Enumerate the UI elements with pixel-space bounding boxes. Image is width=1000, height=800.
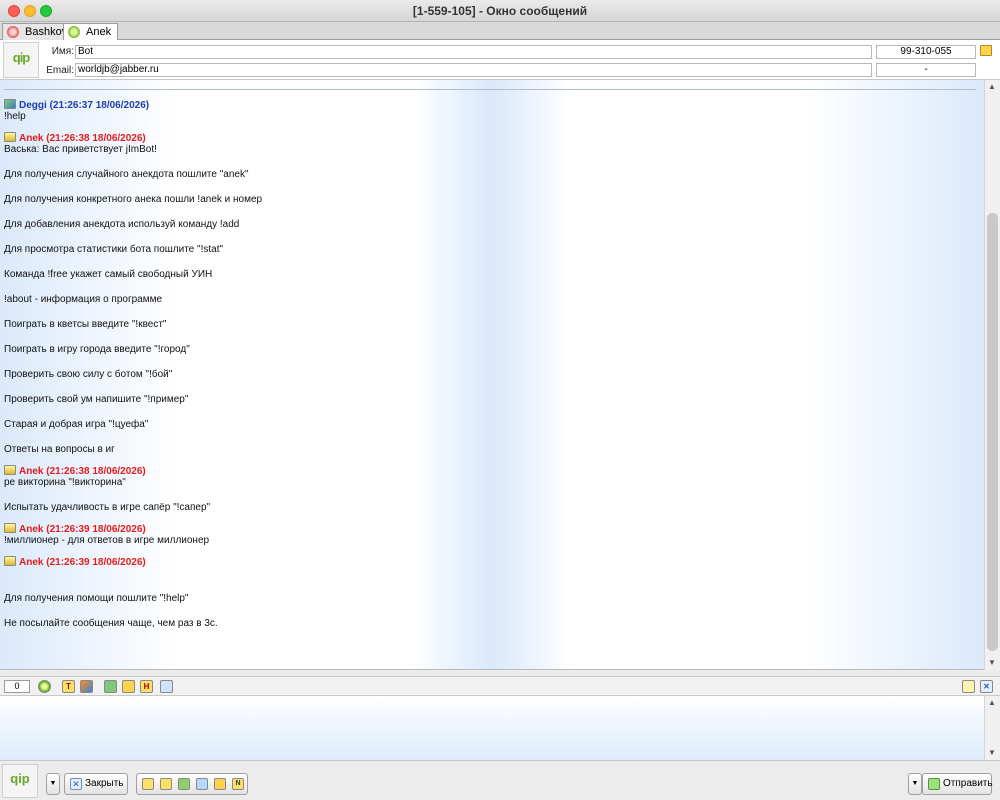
email-label: Email: bbox=[46, 65, 74, 76]
send-options-dropdown[interactable]: ▼ bbox=[908, 773, 922, 795]
send-button[interactable]: Отправить bbox=[922, 773, 993, 795]
lock-icon[interactable] bbox=[214, 778, 226, 790]
message-line: Васька: Вас приветствует jImBot! bbox=[4, 144, 157, 155]
bottom-bar: qip ▼ ✕ Закрыть N ▼ Отправить bbox=[0, 760, 1000, 800]
message-line: !миллионер - для ответов в игре миллионе… bbox=[4, 535, 210, 546]
save-icon[interactable] bbox=[104, 680, 117, 693]
text-format-icon[interactable]: T bbox=[62, 680, 75, 693]
bot-icon bbox=[4, 465, 16, 475]
message-line: Команда !free укажет самый свободный УИН bbox=[4, 269, 213, 280]
scroll-up-icon[interactable]: ▲ bbox=[988, 698, 996, 707]
quick-actions-group: N bbox=[136, 773, 248, 795]
tab-bar: Bashkov Anek bbox=[0, 22, 1000, 41]
color-icon[interactable] bbox=[80, 680, 93, 693]
close-icon: ✕ bbox=[70, 778, 82, 790]
message-line: Для получения помощи пошлите "!help" bbox=[4, 593, 189, 604]
scrollbar-thumb[interactable] bbox=[987, 213, 998, 651]
notify-icon[interactable]: N bbox=[232, 778, 244, 790]
message-icon[interactable] bbox=[160, 778, 172, 790]
close-icon[interactable]: ✕ bbox=[980, 680, 993, 693]
flower-icon bbox=[7, 26, 19, 38]
smile-icon[interactable] bbox=[38, 680, 51, 693]
message-line: Для получения случайного анекдота пошлит… bbox=[4, 169, 249, 180]
close-button[interactable]: ✕ Закрыть bbox=[64, 773, 128, 795]
bot-icon bbox=[4, 523, 16, 533]
scroll-up-icon[interactable]: ▲ bbox=[988, 82, 996, 91]
message-header: Anek (21:26:38 18/06/2026) bbox=[4, 465, 146, 477]
message-line: Не посылайте сообщения чаще, чем раз в 3… bbox=[4, 618, 218, 629]
chat-log[interactable]: Deggi (21:26:37 18/06/2026) !help Anek (… bbox=[0, 80, 984, 670]
input-scrollbar[interactable]: ▲ ▼ bbox=[984, 696, 1000, 760]
tab-label: Bashkov bbox=[25, 26, 68, 38]
bot-icon bbox=[4, 132, 16, 142]
message-line: Проверить свою силу с ботом "!бой" bbox=[4, 369, 173, 380]
message-line: Старая и добрая игра "!цуефа" bbox=[4, 419, 149, 430]
message-line: Поиграть в игру города введите "!город" bbox=[4, 344, 190, 355]
name-field[interactable]: Bot bbox=[75, 45, 872, 59]
message-header: Anek (21:26:38 18/06/2026) bbox=[4, 132, 146, 144]
message-line: Ответы на вопросы в иг bbox=[4, 444, 115, 455]
scroll-down-icon[interactable]: ▼ bbox=[988, 748, 996, 757]
chat-divider bbox=[4, 89, 976, 90]
chat-scrollbar[interactable]: ▲ ▼ bbox=[984, 80, 1000, 670]
message-line: Для добавления анекдота используй команд… bbox=[4, 219, 240, 230]
message-line: ре викторина "!викторина" bbox=[4, 477, 126, 488]
note-icon[interactable] bbox=[962, 680, 975, 693]
message-input[interactable] bbox=[0, 696, 984, 760]
message-header: Anek (21:26:39 18/06/2026) bbox=[4, 556, 146, 568]
options-dropdown[interactable]: ▼ bbox=[46, 773, 60, 795]
send-icon bbox=[928, 778, 940, 790]
folder-icon[interactable] bbox=[122, 680, 135, 693]
message-header: Anek (21:26:39 18/06/2026) bbox=[4, 523, 146, 535]
close-button-label: Закрыть bbox=[85, 778, 124, 789]
contact-status-icon bbox=[4, 99, 16, 109]
translit-icon[interactable] bbox=[178, 778, 190, 790]
window-title: [1-559-105] - Окно сообщений bbox=[412, 4, 588, 18]
send-button-label: Отправить bbox=[943, 778, 993, 789]
history-icon[interactable]: H bbox=[140, 680, 153, 693]
message-line: Поиграть в кветсы введите "!квест" bbox=[4, 319, 167, 330]
tab-label: Anek bbox=[86, 26, 112, 38]
message-toolbar: 0 T H ✕ bbox=[0, 676, 1000, 696]
uin-field[interactable]: 99-310-055 bbox=[876, 45, 976, 59]
contact-details-icon[interactable] bbox=[980, 45, 992, 56]
title-bar: [1-559-105] - Окно сообщений bbox=[0, 0, 1000, 22]
message-header: Deggi (21:26:37 18/06/2026) bbox=[4, 99, 149, 111]
scroll-down-icon[interactable]: ▼ bbox=[988, 658, 996, 667]
smile-icon bbox=[68, 26, 80, 38]
spell-icon[interactable] bbox=[196, 778, 208, 790]
search-icon[interactable] bbox=[160, 680, 173, 693]
message-line: Для просмотра статистики бота пошлите "!… bbox=[4, 244, 224, 255]
email-field[interactable]: worldjb@jabber.ru bbox=[75, 63, 872, 77]
message-line: Испытать удачливость в игре сапёр "!сапе… bbox=[4, 502, 211, 513]
name-label: Имя: bbox=[51, 46, 74, 57]
message-line: !help bbox=[4, 111, 26, 122]
qip-logo: qip bbox=[3, 42, 39, 78]
info-icon[interactable] bbox=[142, 778, 154, 790]
qip-logo: qip bbox=[2, 764, 38, 798]
char-counter: 0 bbox=[4, 680, 30, 693]
message-line: Проверить свой ум напишите "!пример" bbox=[4, 394, 189, 405]
status-field[interactable]: - bbox=[876, 63, 976, 77]
bot-icon bbox=[4, 556, 16, 566]
message-line: !about - информация о программе bbox=[4, 294, 163, 305]
message-line: Для получения конкретного анека пошли !a… bbox=[4, 194, 263, 205]
tab-anek[interactable]: Anek bbox=[63, 23, 119, 41]
contact-info-panel: qip Имя: Bot 99-310-055 Email: worldjb@j… bbox=[0, 40, 1000, 80]
